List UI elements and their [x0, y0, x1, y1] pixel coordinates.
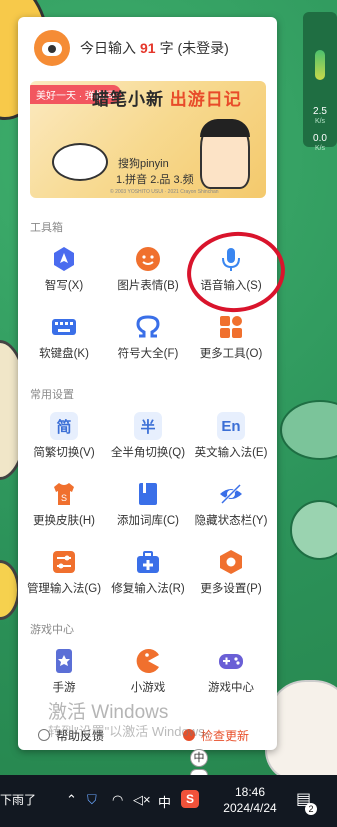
setting-full-half-width[interactable]: 半 全半角切换(Q): [105, 404, 191, 468]
wallpaper-doodle: [280, 400, 337, 460]
tool-label: 软键盘(K): [39, 348, 89, 360]
tool-smart-write[interactable]: 智写(X): [21, 237, 107, 301]
game-label: 手游: [52, 682, 76, 694]
setting-label: 隐藏状态栏(Y): [194, 515, 268, 527]
settings-grid: 简 简繁切换(V) 半 全半角切换(Q) En 英文输入法(E) S 更换皮肤(…: [18, 404, 277, 608]
tool-label: 符号大全(F): [117, 348, 179, 360]
setting-label: 修复输入法(R): [111, 583, 185, 595]
wallpaper-doodle: [290, 500, 337, 560]
network-monitor[interactable]: 2.5 K/s 0.0 K/s: [303, 12, 337, 152]
pacman-icon: [136, 649, 159, 673]
half-width-badge-icon: 半: [134, 412, 162, 440]
stats-count: 91: [140, 40, 156, 56]
game-mini[interactable]: 小游戏: [105, 639, 191, 703]
tool-label: 图片表情(B): [117, 280, 179, 292]
stats-suffix: 字: [159, 40, 174, 56]
english-badge-icon: En: [217, 412, 245, 440]
ime-language-indicator[interactable]: 中: [158, 792, 171, 811]
stats-prefix: 今日输入: [80, 40, 136, 56]
book-icon: [139, 483, 157, 505]
setting-label: 简繁切换(V): [33, 447, 95, 459]
toolbox-icon: [137, 551, 159, 573]
mobile-game-icon: [56, 649, 72, 673]
smart-write-icon: [54, 247, 74, 271]
section-tools: 工具箱: [30, 222, 63, 234]
weather-widget[interactable]: 下雨了: [0, 791, 36, 808]
tool-label: 更多工具(O): [199, 348, 263, 360]
ime-mode-chip[interactable]: 中: [190, 749, 208, 767]
typing-stats: 今日输入 91 字 (未登录): [80, 38, 229, 58]
banner-dog-illustration: [52, 143, 108, 181]
sliders-icon: [53, 551, 75, 573]
game-mobile[interactable]: 手游: [21, 639, 107, 703]
banner-title: 蜡笔小新 出游日记: [92, 85, 242, 110]
wallpaper-character: [0, 560, 20, 620]
setting-label: 英文输入法(E): [194, 447, 268, 459]
login-status[interactable]: (未登录): [177, 40, 228, 56]
taskbar: 下雨了 ⌃ ⛉ ◠ ◁× 中 S 18:46 2024/4/24 ▤ 2: [0, 775, 337, 827]
emoji-icon: [136, 247, 160, 271]
wifi-icon[interactable]: ◠: [112, 792, 123, 808]
tool-label: 智写(X): [44, 280, 84, 292]
clock-date: 2024/4/24: [223, 801, 277, 815]
svg-text:S: S: [61, 493, 67, 503]
tool-symbols[interactable]: 符号大全(F): [105, 305, 191, 369]
speaker-mute-icon[interactable]: ◁×: [133, 792, 151, 808]
setting-manage-ime[interactable]: 管理输入法(G): [21, 540, 107, 604]
download-speed: 0.0: [313, 133, 327, 144]
banner-character-illustration: [200, 119, 250, 189]
setting-simplified-traditional[interactable]: 简 简繁切换(V): [21, 404, 107, 468]
tool-image-emoji[interactable]: 图片表情(B): [105, 237, 191, 301]
setting-add-dictionary[interactable]: 添加词库(C): [105, 472, 191, 536]
download-unit: K/s: [314, 145, 326, 152]
setting-label: 全半角切换(Q): [110, 447, 186, 459]
panel-header: 今日输入 91 字 (未登录): [18, 17, 277, 79]
chevron-up-icon[interactable]: ⌃: [66, 792, 77, 808]
setting-repair-ime[interactable]: 修复输入法(R): [105, 540, 191, 604]
banner-line-2: 1.拼音 2.品 3.频: [116, 174, 194, 186]
setting-hide-statusbar[interactable]: 隐藏状态栏(Y): [188, 472, 274, 536]
network-usage-bar: [315, 50, 325, 80]
setting-english-input[interactable]: En 英文输入法(E): [188, 404, 274, 468]
shirt-icon: S: [54, 483, 74, 505]
simplified-badge-icon: 简: [50, 412, 78, 440]
eye-off-icon: [220, 483, 242, 505]
game-label: 游戏中心: [208, 682, 254, 694]
setting-label: 更多设置(P): [200, 583, 262, 595]
clock-time: 18:46: [234, 785, 266, 799]
setting-change-skin[interactable]: S 更换皮肤(H): [21, 472, 107, 536]
setting-label: 管理输入法(G): [26, 583, 102, 595]
promo-banner[interactable]: 美好一天 · 弹指间 蜡笔小新 出游日记 搜狗pinyin 1.拼音 2.品 3…: [30, 81, 266, 198]
banner-line-1: 搜狗pinyin: [118, 158, 169, 170]
game-center[interactable]: 游戏中心: [188, 639, 274, 703]
grid-icon: [220, 316, 242, 338]
tool-soft-keyboard[interactable]: 软键盘(K): [21, 305, 107, 369]
ime-toolbox-panel: 今日输入 91 字 (未登录) 美好一天 · 弹指间 蜡笔小新 出游日记 搜狗pin…: [18, 17, 277, 750]
omega-icon: [136, 315, 160, 338]
keyboard-icon: [52, 319, 76, 335]
avatar[interactable]: [34, 30, 70, 66]
shield-icon[interactable]: ⛉: [87, 792, 97, 808]
section-settings: 常用设置: [30, 389, 74, 401]
upload-unit: K/s: [314, 118, 326, 125]
setting-label: 更换皮肤(H): [33, 515, 95, 527]
banner-title-main: 蜡笔小新: [92, 90, 164, 109]
section-games: 游戏中心: [30, 624, 74, 636]
gamepad-icon: [219, 654, 243, 669]
clock[interactable]: 18:46 2024/4/24: [218, 784, 282, 816]
sogou-tray-icon[interactable]: S: [181, 790, 199, 808]
setting-more-settings[interactable]: 更多设置(P): [188, 540, 274, 604]
setting-label: 添加词库(C): [117, 515, 179, 527]
activation-watermark-title: 激活 Windows: [48, 702, 169, 723]
banner-title-accent: 出游日记: [169, 90, 242, 109]
notification-count: 2: [305, 803, 317, 815]
upload-speed: 2.5: [313, 106, 327, 117]
activation-watermark-subtitle: 转到"设置"以激活 Windows。: [48, 724, 218, 739]
game-label: 小游戏: [130, 682, 166, 694]
banner-footnote: © 2003 YOSHITO USUI · 2021 Crayon Shinch…: [110, 189, 219, 195]
settings-hex-icon: [220, 550, 242, 574]
tool-more-tools[interactable]: 更多工具(O): [188, 305, 274, 369]
